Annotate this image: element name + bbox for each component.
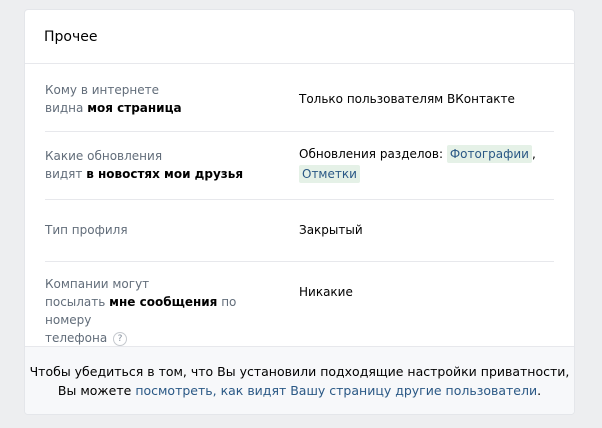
value-prefix: Обновления разделов: xyxy=(299,147,443,161)
setting-value: Никакие xyxy=(299,285,353,299)
footer-line2-prefix: Вы можете xyxy=(57,383,136,398)
tag-separator: , xyxy=(531,147,536,161)
label-line2-plain: посылать xyxy=(45,295,110,309)
label-line3: телефона xyxy=(45,331,108,345)
setting-row-news-updates: Какие обновления видят в новостях мои др… xyxy=(45,132,554,200)
label-line2-plain: видят xyxy=(45,167,87,181)
label-line1: Кому в интернете xyxy=(45,83,159,97)
setting-row-company-messages: Компании могут посылать мне сообщения по… xyxy=(45,262,554,348)
setting-row-page-visibility: Кому в интернете видна моя страница Толь… xyxy=(45,64,554,132)
setting-label: Тип профиля xyxy=(45,223,128,237)
label-line1: Компании могут xyxy=(45,277,150,291)
label-line2-bold: мне сообщения xyxy=(109,295,218,309)
tag-photos[interactable]: Фотографии xyxy=(446,145,532,163)
setting-value-dropdown[interactable]: Обновления разделов: Фотографии, Отметки xyxy=(299,145,559,183)
section-title: Прочее xyxy=(44,28,98,45)
label-line2-bold: моя страница xyxy=(87,101,182,115)
setting-value: Только пользователям ВКонтакте xyxy=(299,92,515,106)
tag-marks[interactable]: Отметки xyxy=(299,165,360,183)
settings-list: Кому в интернете видна моя страница Толь… xyxy=(25,64,574,348)
setting-label: Компании могут посылать мне сообщения по… xyxy=(45,275,285,347)
setting-row-profile-type: Тип профиля Закрытый xyxy=(45,200,554,262)
question-icon[interactable]: ? xyxy=(113,331,128,346)
label-line2-bold: в новостях мои друзья xyxy=(86,167,244,181)
label-line2-plain: видна xyxy=(45,101,88,115)
privacy-card: Прочее Кому в интернете видна моя страни… xyxy=(24,9,575,415)
privacy-footer: Чтобы убедиться в том, что Вы установили… xyxy=(25,346,574,414)
setting-label: Какие обновления видят в новостях мои др… xyxy=(45,147,285,183)
setting-value: Закрытый xyxy=(299,223,363,237)
section-header: Прочее xyxy=(25,10,574,64)
footer-line2-suffix: . xyxy=(537,383,542,398)
setting-value-dropdown[interactable]: Никакие xyxy=(299,283,559,301)
view-as-others-link[interactable]: посмотреть, как видят Вашу страницу друг… xyxy=(135,383,537,398)
setting-value-dropdown[interactable]: Закрытый xyxy=(299,221,559,239)
setting-value-dropdown[interactable]: Только пользователям ВКонтакте xyxy=(299,90,559,108)
label-line1: Какие обновления xyxy=(45,149,163,163)
setting-label: Кому в интернете видна моя страница xyxy=(45,81,285,117)
footer-line1: Чтобы убедиться в том, что Вы установили… xyxy=(29,364,570,379)
